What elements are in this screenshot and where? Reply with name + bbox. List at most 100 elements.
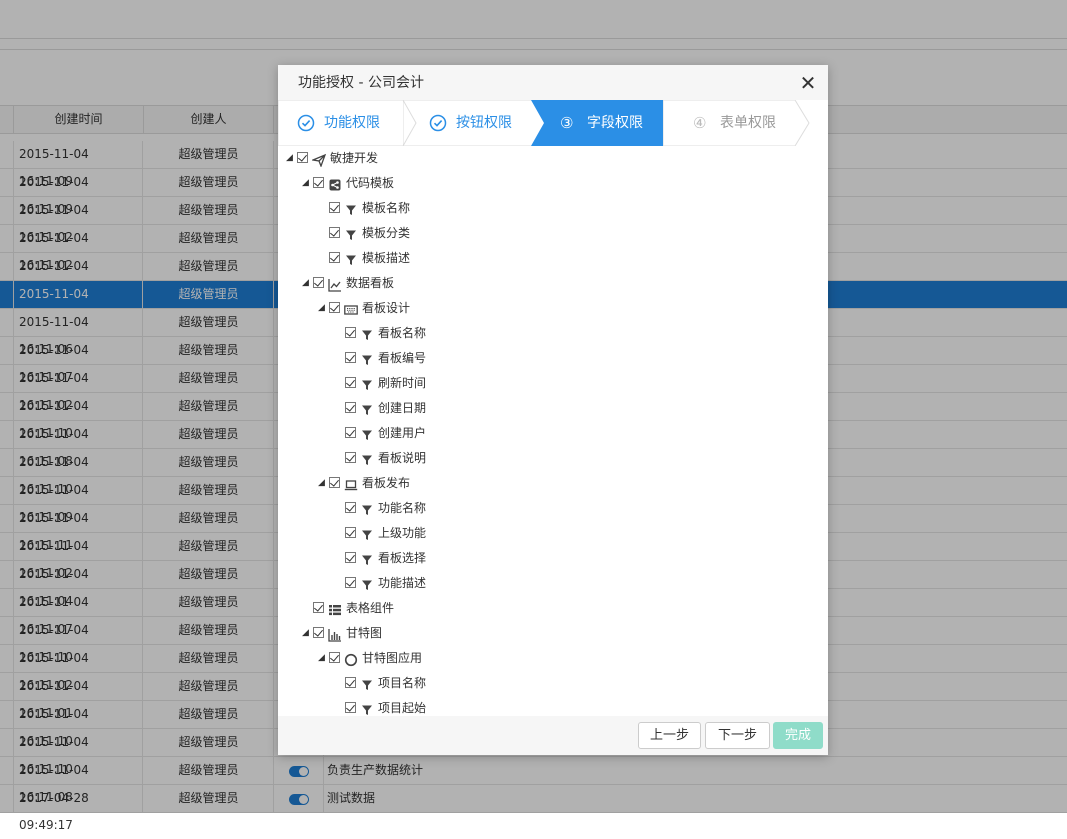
tree-node[interactable]: ◢ 甘特图应用 (278, 646, 828, 671)
node-checkbox[interactable] (345, 427, 356, 438)
filter-icon (344, 226, 358, 240)
expand-arrow-icon[interactable]: ◢ (286, 146, 294, 171)
finish-button[interactable]: 完成 (773, 722, 823, 749)
node-checkbox[interactable] (313, 277, 324, 288)
tree-node-label: 表格组件 (346, 601, 395, 615)
node-checkbox[interactable] (329, 252, 340, 263)
tree-node[interactable]: 功能名称 (278, 496, 828, 521)
node-checkbox[interactable] (345, 502, 356, 513)
tree-node[interactable]: ◢ 看板发布 (278, 471, 828, 496)
filter-icon (360, 576, 374, 590)
filter-icon (360, 326, 374, 340)
node-checkbox[interactable] (345, 577, 356, 588)
node-checkbox[interactable] (345, 552, 356, 563)
tree-node[interactable]: 项目起始 (278, 696, 828, 716)
tree-node-label: 看板编号 (378, 351, 427, 365)
laptop-icon (344, 476, 358, 491)
filter-icon (344, 201, 358, 215)
node-checkbox[interactable] (345, 702, 356, 713)
node-checkbox[interactable] (345, 527, 356, 538)
expand-arrow-icon[interactable]: ◢ (318, 296, 326, 321)
expand-arrow-icon[interactable]: ◢ (318, 646, 326, 671)
prev-step-button[interactable]: 上一步 (638, 722, 701, 749)
node-checkbox[interactable] (329, 202, 340, 213)
tree-node[interactable]: 项目名称 (278, 671, 828, 696)
filter-icon (360, 401, 374, 415)
node-checkbox[interactable] (329, 652, 340, 663)
step-button-permission[interactable]: 按钮权限 (403, 100, 543, 146)
wizard-steps: 功能权限 按钮权限 ③ 字段权限 ④ 表单权限 (278, 100, 828, 147)
tree-node-label: 看板说明 (378, 451, 427, 465)
next-step-button[interactable]: 下一步 (705, 722, 770, 749)
close-icon[interactable]: ✕ (798, 73, 818, 93)
tree-node[interactable]: 功能描述 (278, 571, 828, 596)
line-chart-icon (328, 276, 342, 292)
dialog-title: 功能授权 - 公司会计 (298, 75, 424, 91)
filter-icon (360, 451, 374, 465)
node-checkbox[interactable] (313, 602, 324, 613)
list-icon (328, 601, 342, 616)
dialog-footer: 上一步 下一步 完成 (278, 716, 828, 755)
node-checkbox[interactable] (345, 352, 356, 363)
expand-arrow-icon[interactable]: ◢ (318, 471, 326, 496)
node-checkbox[interactable] (313, 177, 324, 188)
tree-node[interactable]: 模板分类 (278, 221, 828, 246)
node-checkbox[interactable] (345, 327, 356, 338)
auth-dialog: 功能授权 - 公司会计 ✕ 功能权限 按钮权限 ③ 字段权限 ④ 表单权限 ◢ 敏… (278, 65, 828, 755)
tree-node[interactable]: ◢ 数据看板 (278, 271, 828, 296)
tree-node-label: 创建日期 (378, 401, 427, 415)
tree-node[interactable]: ◢ 甘特图 (278, 621, 828, 646)
node-checkbox[interactable] (345, 402, 356, 413)
node-checkbox[interactable] (297, 152, 308, 163)
filter-icon (360, 676, 374, 690)
filter-icon (360, 351, 374, 365)
expand-arrow-icon[interactable]: ◢ (302, 621, 310, 646)
permission-tree: ◢ 敏捷开发 ◢ 代码模板 模板名称 模板分类 模板描述 ◢ 数据看板 ◢ 看板设计 看板名称 看板编号… (278, 146, 828, 716)
node-checkbox[interactable] (329, 477, 340, 488)
tree-node-label: 模板分类 (362, 226, 411, 240)
tree-node[interactable]: 模板名称 (278, 196, 828, 221)
filter-icon (360, 701, 374, 715)
tree-node[interactable]: 表格组件 (278, 596, 828, 621)
circle-icon (344, 651, 358, 667)
expand-arrow-icon[interactable]: ◢ (302, 171, 310, 196)
filter-icon (360, 426, 374, 440)
node-checkbox[interactable] (329, 227, 340, 238)
check-circle-icon (297, 114, 315, 132)
filter-icon (344, 251, 358, 265)
node-checkbox[interactable] (329, 302, 340, 313)
tree-node-label: 看板设计 (362, 301, 411, 315)
node-checkbox[interactable] (345, 677, 356, 688)
send-icon (310, 151, 327, 168)
tree-node[interactable]: ◢ 代码模板 (278, 171, 828, 196)
tree-node[interactable]: ◢ 敏捷开发 (278, 146, 828, 171)
tree-node[interactable]: 上级功能 (278, 521, 828, 546)
tree-node[interactable]: 创建日期 (278, 396, 828, 421)
tree-node-label: 数据看板 (346, 276, 395, 290)
step-field-permission[interactable]: ③ 字段权限 (531, 100, 681, 146)
tree-node[interactable]: 看板编号 (278, 346, 828, 371)
filter-icon (360, 551, 374, 565)
tree-node[interactable]: 模板描述 (278, 246, 828, 271)
tree-node-label: 创建用户 (378, 426, 427, 440)
step-label: 字段权限 (587, 115, 643, 131)
tree-node[interactable]: 刷新时间 (278, 371, 828, 396)
tree-node[interactable]: 创建用户 (278, 421, 828, 446)
tree-node[interactable]: 看板说明 (278, 446, 828, 471)
tree-node-label: 上级功能 (378, 526, 427, 540)
step-label: 表单权限 (720, 115, 776, 131)
tree-node[interactable]: ◢ 看板设计 (278, 296, 828, 321)
step-function-permission[interactable]: 功能权限 (278, 100, 418, 146)
dialog-header: 功能授权 - 公司会计 ✕ (278, 65, 828, 100)
tree-node[interactable]: 看板名称 (278, 321, 828, 346)
node-checkbox[interactable] (345, 377, 356, 388)
tree-node[interactable]: 看板选择 (278, 546, 828, 571)
tree-node-label: 功能描述 (378, 576, 427, 590)
step-form-permission[interactable]: ④ 表单权限 (663, 100, 813, 146)
tree-node-label: 甘特图应用 (362, 651, 423, 665)
tree-node-label: 敏捷开发 (330, 151, 379, 165)
expand-arrow-icon[interactable]: ◢ (302, 271, 310, 296)
node-checkbox[interactable] (345, 452, 356, 463)
tree-node-label: 模板名称 (362, 201, 411, 215)
node-checkbox[interactable] (313, 627, 324, 638)
